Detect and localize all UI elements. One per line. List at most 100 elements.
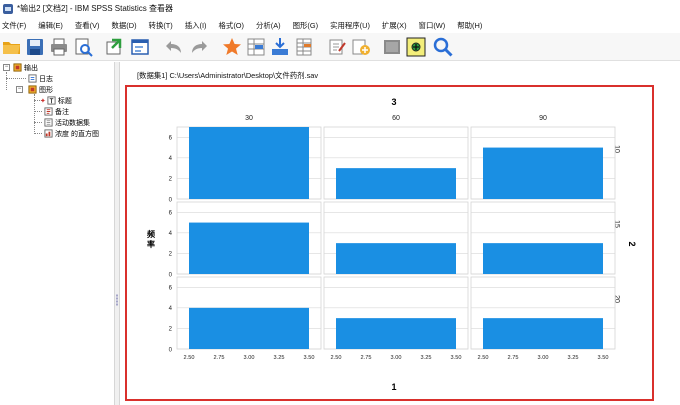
goto-case-icon[interactable] [246,37,266,57]
x-tick-label: 3.50 [451,355,462,361]
redo-icon[interactable] [190,37,210,57]
undo-icon[interactable] [163,37,183,57]
menu-view[interactable]: 查看(V) [69,20,106,31]
title-icon [47,96,56,105]
menu-graphs[interactable]: 图形(G) [287,20,324,31]
title-bar: *输出2 [文档2] - IBM SPSS Statistics 查看器 [0,0,680,17]
variables-icon[interactable] [294,37,314,57]
y-tick-label: 4 [169,306,173,312]
outline-pane: − 输出 日志 − 图形 ✦ 标题 备注 活动数据集 浓度 的直方图 [0,62,114,405]
tree-connector [6,72,7,90]
x-tick-label: 2.75 [214,355,225,361]
x-tick-label: 3.50 [598,355,609,361]
tree-connector [6,78,26,79]
menu-insert[interactable]: 插入(I) [179,20,213,31]
print-preview-icon[interactable] [73,37,93,57]
insert-text-icon[interactable] [382,37,402,57]
y-tick-label: 2 [169,252,173,258]
show-hide-icon[interactable] [406,37,426,57]
collapse-graph-icon[interactable]: − [16,86,23,93]
y-tick-label: 6 [169,286,173,292]
open-folder-icon[interactable] [2,37,22,57]
y-tick-label: 0 [169,347,173,353]
y-tick-label: 6 [169,136,173,142]
outline-log[interactable]: 日志 [28,73,53,84]
insert-heading-icon[interactable] [327,37,347,57]
histogram-bar [483,147,603,199]
outline-graph[interactable]: 图形 [28,84,53,95]
chart-selection-frame[interactable]: 3 30 60 90 2 10 15 20 频率 1 0 2 4 6 0 2 4 6 0 2 4 6 2.50 2.75 3.0… [125,85,654,401]
goto-data-icon[interactable] [222,37,242,57]
y-tick-label: 0 [169,272,173,278]
paneled-histogram-chart[interactable]: 330 60 902101520频率10246024602462.50 2.75 3.0… [139,94,644,394]
column-panel-label: 60 [392,115,400,122]
x-tick-label: 3.00 [391,355,402,361]
menu-data[interactable]: 数据(D) [106,20,143,31]
selected-arrow-icon: ✦ [40,97,46,105]
outline-graph-label: 图形 [39,86,53,94]
menu-transform[interactable]: 转换(T) [143,20,179,31]
menu-format[interactable]: 格式(O) [213,20,250,31]
menu-window[interactable]: 窗口(W) [413,20,452,31]
histogram-bar [336,318,456,349]
dataset-label: [数据集1] C:\Users\Administrator\Desktop\文件… [137,71,319,80]
content-pane: [数据集1] C:\Users\Administrator\Desktop\文件… [120,62,680,405]
x-axis-label: 1 [391,382,396,392]
x-tick-label: 2.75 [361,355,372,361]
column-panel-label: 90 [539,115,547,122]
histogram-bar [189,307,309,349]
column-panel-label: 30 [245,115,253,122]
x-tick-label: 3.50 [304,355,315,361]
y-tick-label: 2 [169,177,173,183]
export-icon[interactable] [104,37,124,57]
goto-variable-icon[interactable] [270,37,290,57]
outline-notes-label: 备注 [55,108,69,116]
print-icon[interactable] [49,37,69,57]
outline-active-dataset-label: 活动数据集 [55,119,90,127]
outline-output[interactable]: 输出 [13,62,38,73]
menu-bar: 文件(F) 编辑(E) 查看(V) 数据(D) 转换(T) 插入(I) 格式(O… [0,17,680,33]
notes-icon [44,107,53,116]
x-tick-label: 3.25 [421,355,432,361]
save-icon[interactable] [25,37,45,57]
dataset-icon [44,118,53,127]
histogram-bar [336,243,456,274]
insert-title-icon[interactable] [351,37,371,57]
x-tick-label: 3.25 [568,355,579,361]
y-tick-label: 0 [169,197,173,203]
outline-histogram[interactable]: 浓度 的直方图 [44,128,99,139]
outline-output-label: 输出 [24,64,38,72]
recall-dialog-icon[interactable] [130,37,150,57]
x-tick-label: 2.50 [478,355,489,361]
collapse-output-icon[interactable]: − [3,64,10,71]
x-tick-label: 3.00 [244,355,255,361]
spss-app-icon [3,3,13,14]
histogram-bar [483,243,603,274]
outline-title[interactable]: ✦ 标题 [40,95,72,106]
menu-file[interactable]: 文件(F) [0,20,32,31]
outline-log-label: 日志 [39,75,53,83]
y-tick-label: 4 [169,231,173,237]
menu-edit[interactable]: 编辑(E) [32,20,69,31]
toolbar [0,33,680,61]
outline-notes[interactable]: 备注 [44,106,69,117]
output-book-icon [13,63,22,72]
column-panel-title: 3 [391,97,396,107]
x-tick-label: 2.75 [508,355,519,361]
outline-active-dataset[interactable]: 活动数据集 [44,117,90,128]
search-icon[interactable] [433,37,453,57]
tree-connector [34,122,42,123]
menu-analyze[interactable]: 分析(A) [250,20,287,31]
outline-histogram-label: 浓度 的直方图 [55,130,99,138]
menu-extensions[interactable]: 扩展(X) [376,20,413,31]
splitter-grip-icon[interactable] [116,294,118,306]
histogram-bar [483,318,603,349]
menu-utilities[interactable]: 实用程序(U) [324,20,376,31]
histogram-bar [336,168,456,199]
histogram-bar [189,222,309,274]
menu-help[interactable]: 帮助(H) [451,20,488,31]
y-axis-label: 频 [147,229,155,239]
window-title: *输出2 [文档2] - IBM SPSS Statistics 查看器 [17,4,174,13]
x-tick-label: 2.50 [184,355,195,361]
y-tick-label: 2 [169,327,173,333]
